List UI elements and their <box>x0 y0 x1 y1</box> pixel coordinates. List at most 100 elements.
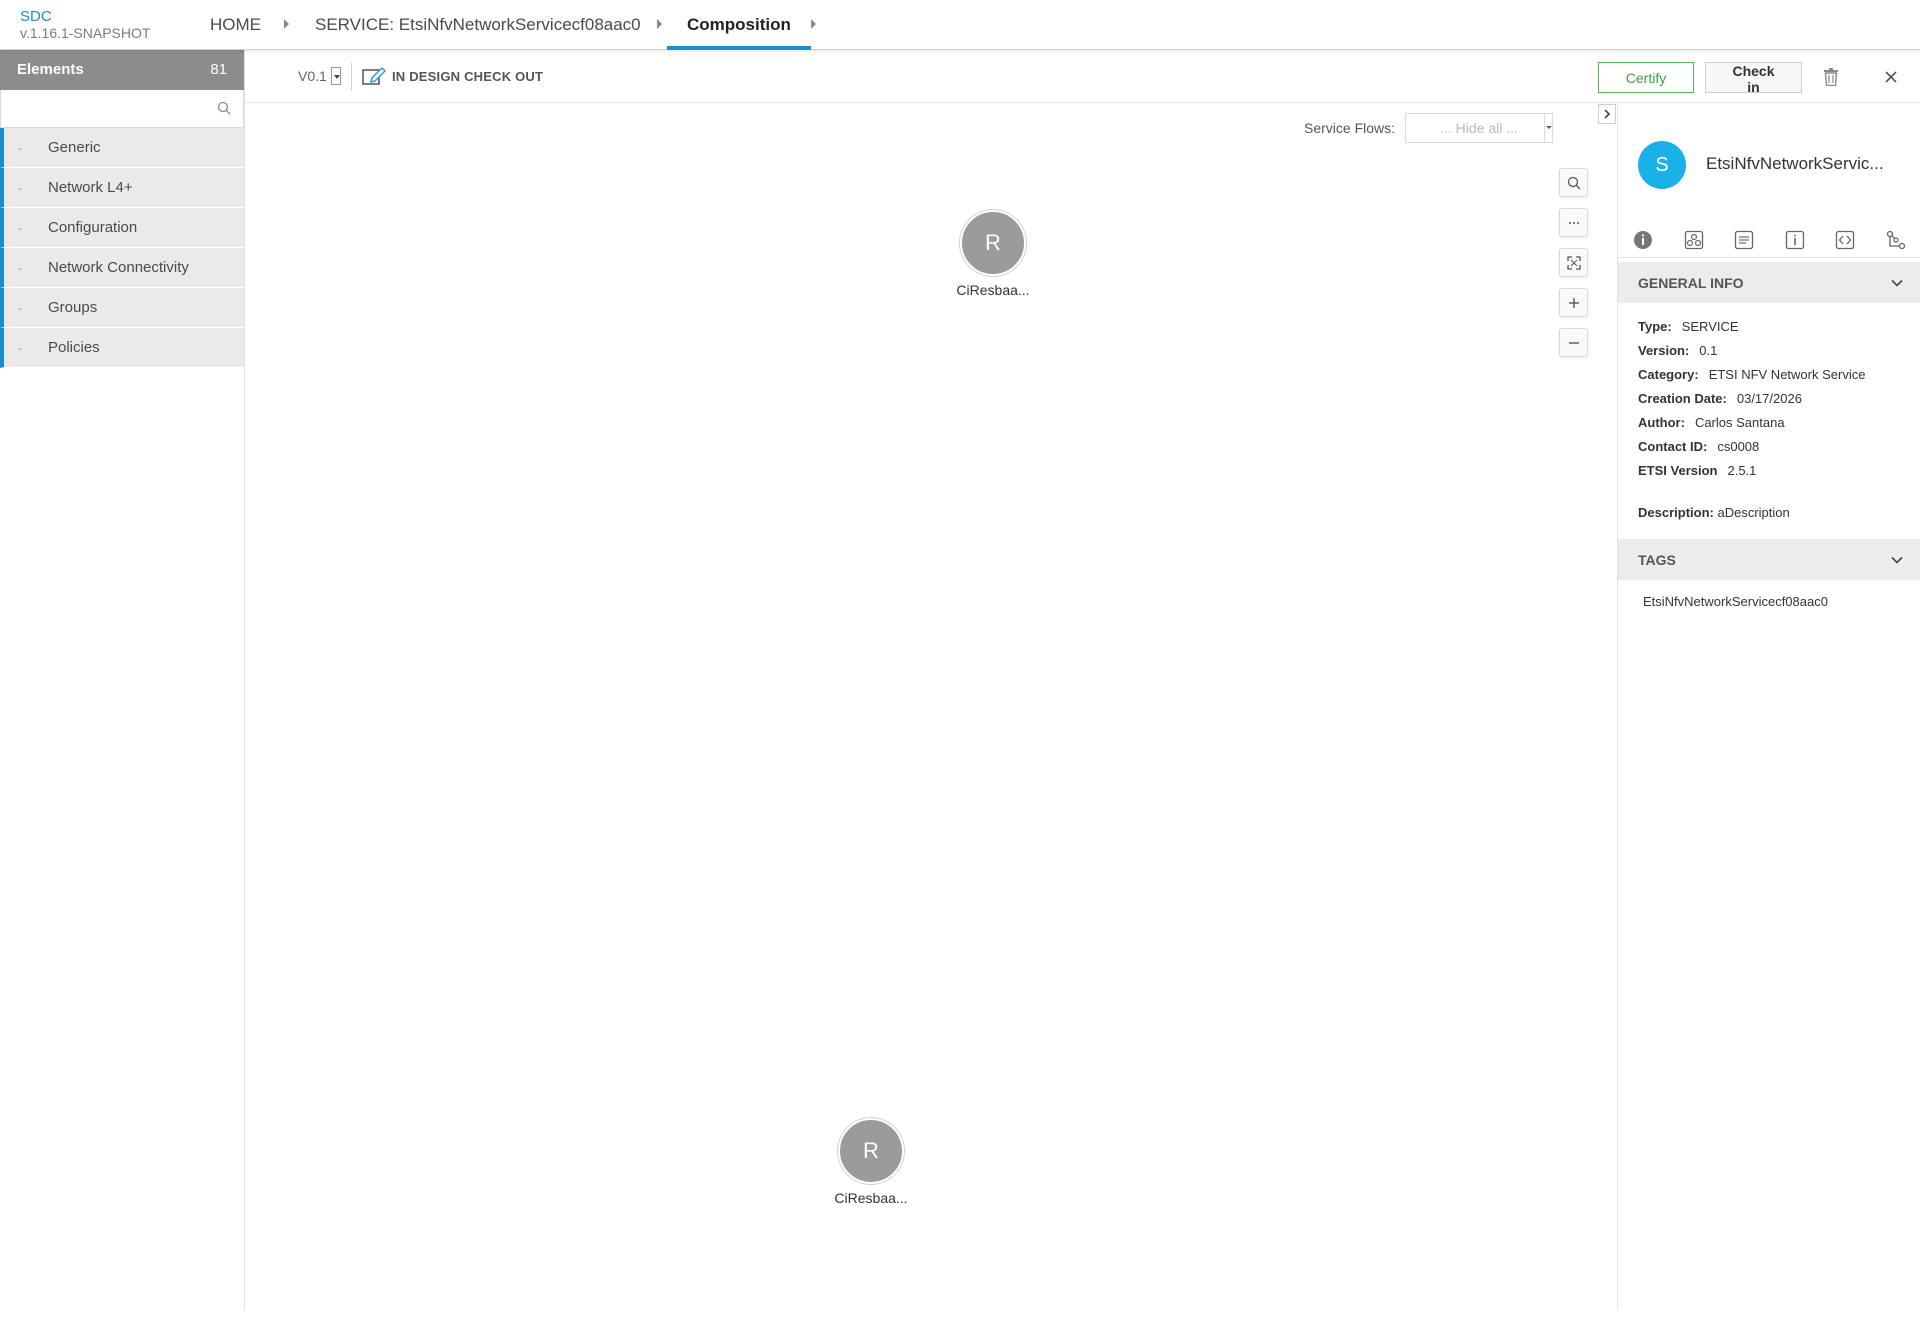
collapse-dash-icon: - <box>18 300 22 315</box>
info-icon <box>1634 230 1653 249</box>
breadcrumb-arrow-icon[interactable] <box>284 19 289 29</box>
version-value: V0.1 <box>298 68 327 84</box>
tab-information[interactable] <box>1770 222 1821 257</box>
minus-icon <box>1568 341 1579 344</box>
composition-toolbar: V0.1 IN DESIGN CHECK OUT Certify Check i… <box>245 50 1920 103</box>
tags-header[interactable]: TAGS <box>1618 539 1920 580</box>
details-tabs <box>1618 222 1920 258</box>
trash-icon[interactable] <box>1823 68 1839 86</box>
collapse-dash-icon: - <box>18 340 22 355</box>
info-key: ETSI Version <box>1638 463 1718 478</box>
general-info-header[interactable]: GENERAL INFO <box>1618 262 1920 303</box>
info-key: Contact ID: <box>1638 439 1708 454</box>
toolbar-divider <box>351 63 352 91</box>
elements-palette: Elements 81 - Generic - Network L4+ - Co… <box>0 50 245 1310</box>
tab-general-info[interactable] <box>1618 222 1669 257</box>
zoom-in-button[interactable] <box>1559 288 1588 317</box>
description-key: Description: <box>1638 505 1714 520</box>
info-box-icon <box>1785 230 1804 249</box>
category-label: Network L4+ <box>48 179 133 196</box>
info-row-author: Author: Carlos Santana <box>1638 411 1901 435</box>
collapse-dash-icon: - <box>18 220 22 235</box>
category-label: Configuration <box>48 219 138 236</box>
expand-icon <box>1566 255 1581 270</box>
tab-paths[interactable] <box>1871 222 1920 257</box>
category-configuration[interactable]: - Configuration <box>0 208 244 248</box>
node-label: CiResbaa... <box>834 1190 908 1206</box>
elements-header: Elements 81 <box>0 50 244 90</box>
category-policies[interactable]: - Policies <box>0 328 244 368</box>
breadcrumb-composition[interactable]: Composition <box>667 0 811 50</box>
category-label: Groups <box>48 299 98 316</box>
collapse-panel-button[interactable] <box>1598 104 1616 124</box>
details-content: GENERAL INFO Type: SERVICE Version: 0.1 Ca… <box>1618 262 1920 623</box>
composition-canvas[interactable]: Service Flows: ... Hide all ... R CiResb… <box>245 104 1617 1310</box>
service-flows-label: Service Flows: <box>1304 120 1396 136</box>
close-icon[interactable] <box>1883 69 1899 85</box>
top-header: SDC v.1.16.1-SNAPSHOT HOME SERVICE: Etsi… <box>0 0 1920 50</box>
info-row-version: Version: 0.1 <box>1638 339 1901 363</box>
category-network-l4[interactable]: - Network L4+ <box>0 168 244 208</box>
elements-search <box>0 90 244 128</box>
deployment-icon <box>1684 230 1703 249</box>
canvas-zoom-controls <box>1559 168 1588 368</box>
node-icon: R <box>960 210 1026 276</box>
chevron-down-icon[interactable] <box>1891 556 1903 564</box>
breadcrumb-arrow-icon[interactable] <box>811 19 816 29</box>
collapse-dash-icon: - <box>18 260 22 275</box>
zoom-out-button[interactable] <box>1559 328 1588 357</box>
properties-icon <box>1735 230 1754 249</box>
elements-title: Elements <box>17 61 84 78</box>
tab-deployment[interactable] <box>1669 222 1720 257</box>
canvas-more-button[interactable] <box>1559 208 1588 237</box>
search-icon[interactable] <box>217 101 231 115</box>
description-value: aDescription <box>1717 505 1790 520</box>
category-network-connectivity[interactable]: - Network Connectivity <box>0 248 244 288</box>
tab-properties[interactable] <box>1719 222 1770 257</box>
info-row-creation-date: Creation Date: 03/17/2026 <box>1638 387 1901 411</box>
chevron-right-icon <box>1604 109 1611 119</box>
service-flows-select[interactable]: ... Hide all ... <box>1405 113 1554 143</box>
details-panel: S EtsiNfvNetworkServic... GENERAL INFO T… <box>1617 104 1920 1310</box>
elements-count: 81 <box>210 61 227 78</box>
category-generic[interactable]: - Generic <box>0 128 244 168</box>
info-key: Author: <box>1638 415 1685 430</box>
more-dots-icon <box>1568 221 1579 224</box>
chevron-down-icon[interactable] <box>1891 279 1903 287</box>
collapse-dash-icon: - <box>18 140 22 155</box>
chevron-down-icon[interactable] <box>1544 114 1553 142</box>
node-label: CiResbaa... <box>956 282 1030 298</box>
canvas-search-button[interactable] <box>1559 168 1588 197</box>
category-label: Policies <box>48 339 100 356</box>
breadcrumb-home[interactable]: HOME <box>210 0 261 50</box>
plus-icon <box>1568 297 1579 308</box>
chevron-down-icon[interactable] <box>330 67 341 85</box>
info-value: 0.1 <box>1699 343 1718 358</box>
info-value: 03/17/2026 <box>1736 391 1802 406</box>
edit-checkout-icon <box>362 66 386 85</box>
fit-to-screen-button[interactable] <box>1559 248 1588 277</box>
info-key: Type: <box>1638 319 1672 334</box>
breadcrumb-service[interactable]: SERVICE: EtsiNfvNetworkServicecf08aac0 <box>315 0 641 50</box>
canvas-node[interactable]: R CiResbaa... <box>943 210 1043 298</box>
general-info-list: Type: SERVICE Version: 0.1 Category: ETSI N… <box>1618 303 1920 483</box>
tab-api[interactable] <box>1820 222 1871 257</box>
certify-button[interactable]: Certify <box>1598 62 1694 93</box>
service-path-icon <box>1886 230 1905 249</box>
info-value: Carlos Santana <box>1694 415 1785 430</box>
service-header: S EtsiNfvNetworkServic... <box>1618 104 1920 219</box>
lifecycle-status-text: IN DESIGN CHECK OUT <box>392 68 544 84</box>
info-row-etsi-version: ETSI Version 2.5.1 <box>1638 459 1901 483</box>
checkin-button[interactable]: Check in <box>1705 62 1802 95</box>
category-groups[interactable]: - Groups <box>0 288 244 328</box>
info-value: 2.5.1 <box>1727 463 1757 478</box>
breadcrumb-arrow-icon[interactable] <box>657 19 662 29</box>
info-row-type: Type: SERVICE <box>1638 315 1901 339</box>
category-label: Generic <box>48 139 101 156</box>
elements-search-input[interactable] <box>1 90 243 127</box>
tag-item: EtsiNfvNetworkServicecf08aac0 <box>1643 594 1828 609</box>
canvas-node[interactable]: R CiResbaa... <box>821 1118 921 1206</box>
app-brand[interactable]: SDC v.1.16.1-SNAPSHOT <box>20 9 150 42</box>
version-select[interactable]: V0.1 <box>298 67 341 85</box>
info-value: cs0008 <box>1717 439 1760 454</box>
